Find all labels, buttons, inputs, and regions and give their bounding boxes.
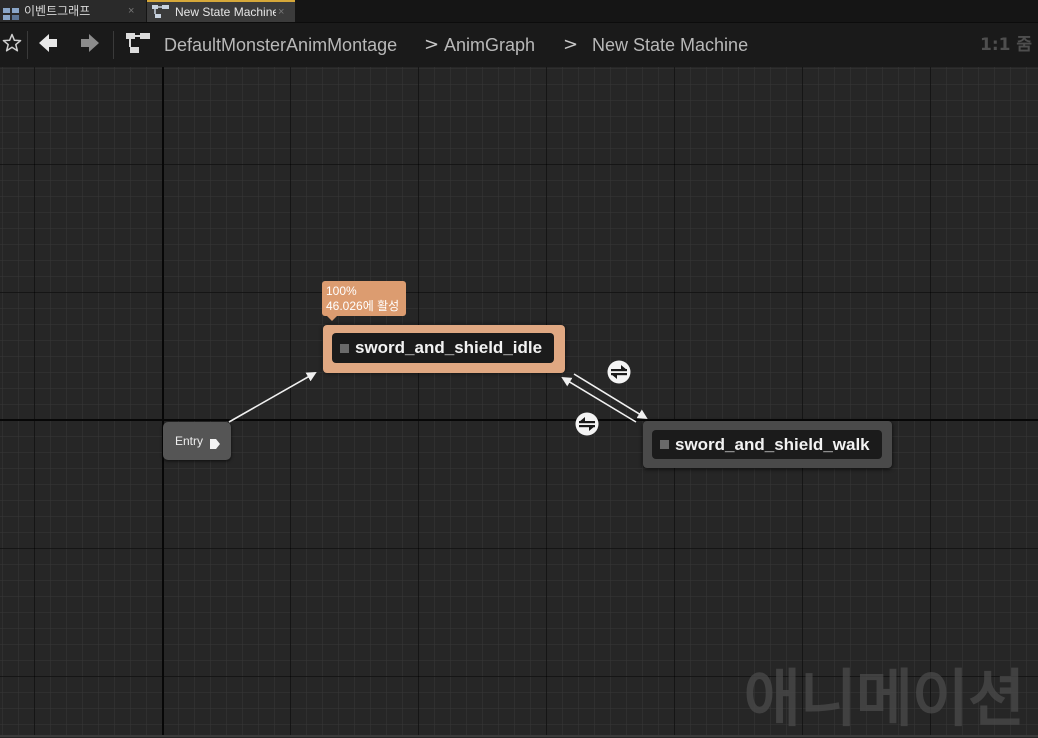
active-state-tooltip: 100% 46.026에 활성 — [322, 281, 406, 321]
arrow-left-icon — [38, 33, 58, 57]
state-title-bar: sword_and_shield_walk — [652, 430, 882, 459]
state-icon — [340, 343, 349, 353]
state-icon — [660, 440, 669, 449]
star-icon — [2, 33, 22, 57]
breadcrumb-item[interactable]: DefaultMonsterAnimMontage — [164, 23, 397, 67]
close-icon[interactable]: × — [128, 0, 134, 22]
breadcrumb-bar: DefaultMonsterAnimMontage > AnimGraph > … — [0, 22, 1038, 67]
breadcrumb-item[interactable]: New State Machine — [592, 23, 748, 67]
toolbar-divider — [27, 31, 28, 59]
exec-pin-icon[interactable] — [209, 435, 221, 454]
tab-bar: 이벤트그래프 × New State Machine × — [0, 0, 1038, 22]
breadcrumb-separator: > — [563, 34, 579, 55]
arrow-right-icon — [80, 33, 100, 57]
toolbar-divider — [113, 31, 114, 59]
state-machine-graph-button[interactable] — [122, 23, 154, 67]
state-title-bar: sword_and_shield_idle — [332, 333, 554, 363]
zoom-level: 1:1 줌 — [979, 35, 1032, 55]
tooltip-pointer — [327, 316, 337, 321]
breadcrumb-separator: > — [424, 34, 440, 55]
origin-axis-vertical — [162, 67, 164, 735]
entry-label: Entry — [175, 434, 204, 448]
graph-canvas[interactable] — [0, 67, 1038, 735]
tab-label: 이벤트그래프 — [24, 4, 91, 18]
state-node-idle[interactable]: sword_and_shield_idle — [323, 325, 565, 373]
favorite-button[interactable] — [0, 23, 24, 67]
breadcrumb-item[interactable]: AnimGraph — [444, 23, 535, 67]
close-icon[interactable]: × — [278, 2, 284, 22]
state-title: sword_and_shield_idle — [355, 338, 543, 357]
transition-rule-icon[interactable] — [607, 360, 631, 384]
back-button[interactable] — [34, 23, 62, 67]
state-node-walk[interactable]: sword_and_shield_walk — [643, 421, 892, 468]
active-time: 46.026에 활성 — [326, 299, 400, 313]
tab-new-state-machine[interactable]: New State Machine × — [147, 0, 295, 22]
forward-button[interactable] — [76, 23, 104, 67]
state-title: sword_and_shield_walk — [675, 434, 870, 454]
entry-node[interactable]: Entry — [163, 422, 231, 460]
transition-rule-icon[interactable] — [575, 412, 599, 436]
active-percent: 100% — [326, 284, 357, 298]
tab-label: New State Machine — [175, 5, 276, 19]
state-machine-icon — [125, 31, 151, 59]
tab-event-graph[interactable]: 이벤트그래프 × — [0, 0, 146, 22]
graph-type-watermark: 애니메이션 — [743, 662, 1025, 735]
